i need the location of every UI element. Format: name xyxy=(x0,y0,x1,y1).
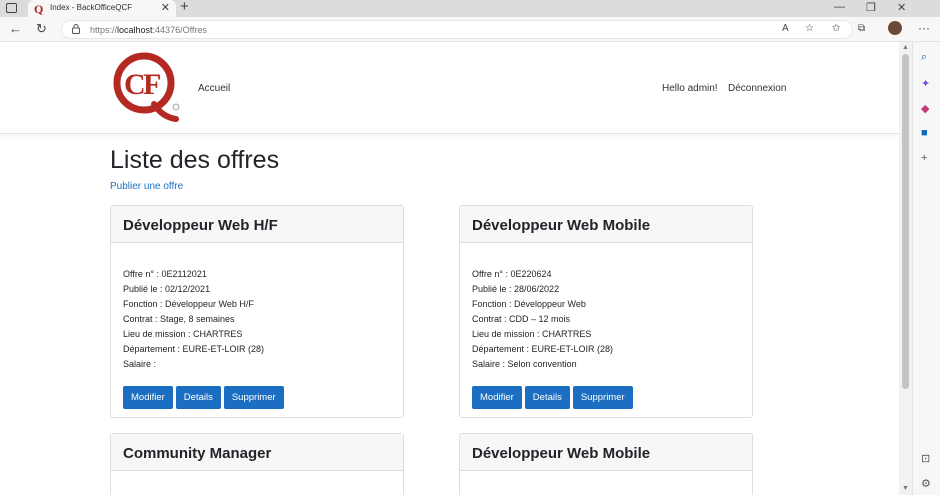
offer-department: Département : EURE-ET-LOIR (28) xyxy=(123,344,265,354)
outlook-icon[interactable]: ■ xyxy=(921,127,928,139)
favicon-icon: Q xyxy=(34,2,44,16)
offer-location: Lieu de mission : CHARTRES xyxy=(123,329,243,339)
favorite-add-icon[interactable]: ☆ xyxy=(805,23,814,34)
collections-icon[interactable]: ⧉ xyxy=(858,23,865,34)
svg-text:F: F xyxy=(143,68,161,101)
edit-button[interactable]: Modifier xyxy=(123,386,173,409)
tab-actions-icon[interactable] xyxy=(6,3,17,13)
offer-department: Département : EURE-ET-LOIR (28) xyxy=(472,344,614,354)
offer-number: Offre n° : 0E220624 xyxy=(472,269,552,279)
offer-card-title: Community Manager xyxy=(111,434,403,471)
details-button[interactable]: Details xyxy=(524,386,570,409)
logout-link[interactable]: Déconnexion xyxy=(728,83,786,94)
offer-salary: Salaire : Selon convention xyxy=(472,359,577,369)
url-text: https://localhost:44376/Offres xyxy=(90,25,207,35)
favorites-icon[interactable]: ✩ xyxy=(832,23,840,34)
maximize-icon[interactable]: ❐ xyxy=(866,1,876,14)
offer-number: Offre n° : 0E2112021 xyxy=(123,269,207,279)
profile-avatar[interactable] xyxy=(888,21,902,35)
details-button[interactable]: Details xyxy=(175,386,221,409)
offer-card-title: Développeur Web Mobile xyxy=(460,206,752,243)
offer-contract: Contrat : CDD – 12 mois xyxy=(472,314,571,324)
offer-published-date: Publié le : 02/12/2021 xyxy=(123,284,211,294)
edit-button[interactable]: Modifier xyxy=(472,386,522,409)
offer-card-title: Développeur Web Mobile xyxy=(460,434,752,471)
window-close-icon[interactable]: ✕ xyxy=(897,1,906,14)
browser-sidebar: ⌕ ✦ ◆ ■ + ⊡ ⚙ xyxy=(912,42,940,495)
offer-contract: Contrat : Stage, 8 semaines xyxy=(123,314,235,324)
settings-icon[interactable]: ⚙ xyxy=(921,477,931,490)
page-scrollbar[interactable]: ▲ ▼ xyxy=(899,42,912,495)
page-title: Liste des offres xyxy=(110,146,280,174)
offer-card: Développeur Web Mobile Offre n° : 0E2206… xyxy=(459,205,753,418)
address-bar-row: ← ↻ https://localhost:44376/Offres A ☆ ✩… xyxy=(0,17,940,42)
url-field[interactable]: https://localhost:44376/Offres xyxy=(61,20,853,39)
lock-icon xyxy=(72,24,80,34)
tab-title: Index - BackOfficeQCF xyxy=(50,3,133,12)
offer-card: Développeur Web Mobile xyxy=(459,433,753,495)
offer-published-date: Publié le : 28/06/2022 xyxy=(472,284,560,294)
copilot-icon[interactable]: ✦ xyxy=(921,77,930,90)
offer-function: Fonction : Développeur Web H/F xyxy=(123,299,254,309)
offer-card-title: Développeur Web H/F xyxy=(111,206,403,243)
offer-card: Community Manager xyxy=(110,433,404,495)
back-icon[interactable]: ← xyxy=(9,21,22,36)
scroll-down-icon[interactable]: ▼ xyxy=(902,485,909,492)
browser-tab[interactable]: Q Index - BackOfficeQCF ✕ xyxy=(28,0,176,17)
tab-close-icon[interactable]: ✕ xyxy=(161,1,170,14)
shopping-icon[interactable]: ◆ xyxy=(921,102,929,115)
sidebar-toggle-icon[interactable]: ⊡ xyxy=(921,452,930,465)
more-menu-icon[interactable]: ··· xyxy=(918,21,930,35)
add-sidebar-icon[interactable]: + xyxy=(921,152,927,164)
scroll-up-icon[interactable]: ▲ xyxy=(902,44,909,51)
user-greeting[interactable]: Hello admin! xyxy=(662,83,718,94)
browser-tab-bar: Q Index - BackOfficeQCF ✕ + — ❐ ✕ xyxy=(0,0,940,17)
offer-salary: Salaire : xyxy=(123,359,157,369)
web-page: C F Accueil Hello admin! Déconnexion Lis… xyxy=(0,42,899,495)
qcf-logo[interactable]: C F xyxy=(110,49,182,123)
scrollbar-thumb[interactable] xyxy=(902,54,909,389)
offer-card: Développeur Web H/F Offre n° : 0E2112021… xyxy=(110,205,404,418)
delete-button[interactable]: Supprimer xyxy=(572,386,633,409)
delete-button[interactable]: Supprimer xyxy=(223,386,284,409)
nav-home-link[interactable]: Accueil xyxy=(198,83,230,94)
offer-location: Lieu de mission : CHARTRES xyxy=(472,329,592,339)
minimize-icon[interactable]: — xyxy=(834,1,845,13)
new-tab-icon[interactable]: + xyxy=(180,0,189,15)
refresh-icon[interactable]: ↻ xyxy=(36,21,47,37)
offer-function: Fonction : Développeur Web xyxy=(472,299,586,309)
search-icon[interactable]: ⌕ xyxy=(921,51,927,64)
read-aloud-icon[interactable]: A xyxy=(782,23,789,34)
site-header: C F Accueil Hello admin! Déconnexion xyxy=(0,42,899,134)
publish-offer-link[interactable]: Publier une offre xyxy=(110,181,183,192)
